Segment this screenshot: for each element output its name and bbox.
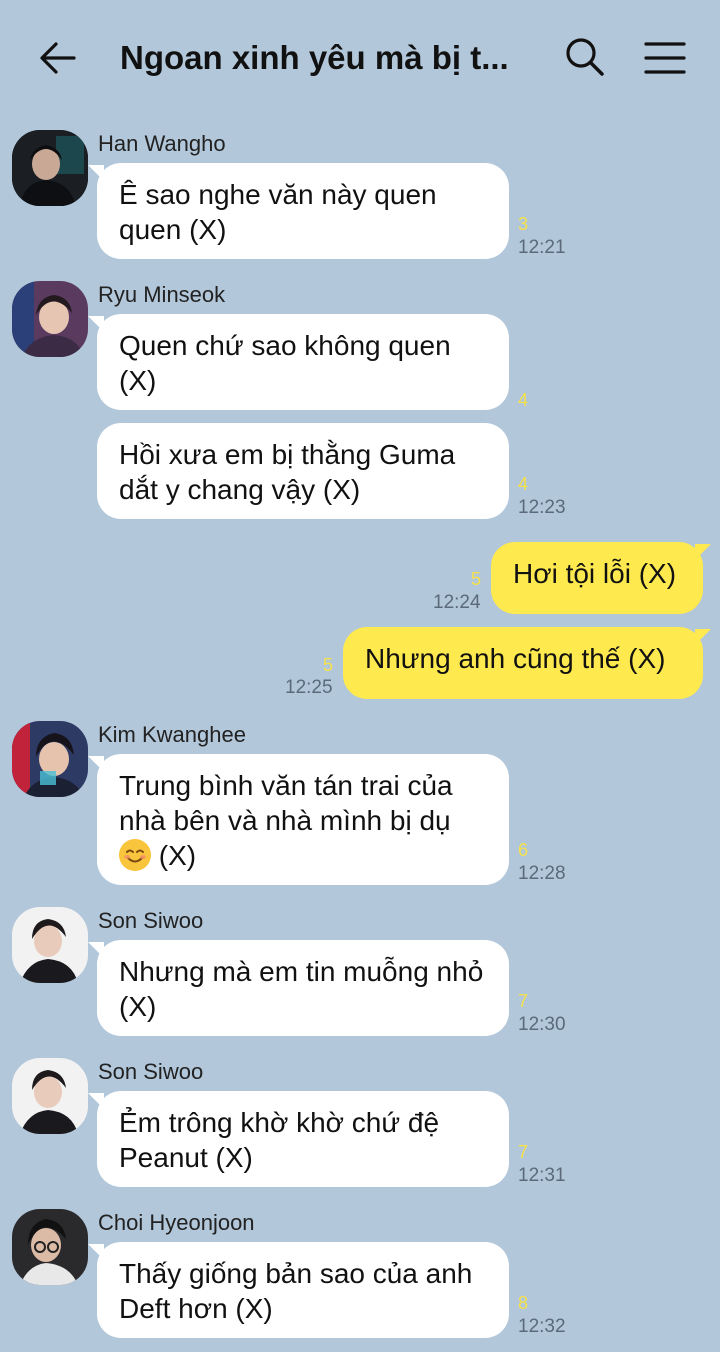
menu-button[interactable]	[642, 36, 688, 80]
outgoing-message-bubble[interactable]: Hơi tội lỗi (X)	[491, 542, 711, 614]
unread-count: 8	[518, 1293, 529, 1313]
sender-name: Son Siwoo	[98, 908, 204, 933]
message-text: Nhưng mà em tin muỗng nhỏ (X)	[119, 956, 484, 1022]
message-bubble[interactable]: Ẻm trông khờ khờ chứ đệ Peanut (X)	[88, 1091, 509, 1187]
message-bubble[interactable]: Quen chứ sao không quen (X)	[88, 314, 509, 410]
unread-count: 4	[518, 474, 529, 494]
avatar-choi-hyeonjoon[interactable]	[12, 1209, 88, 1285]
avatar-kim-kwanghee[interactable]	[12, 721, 88, 797]
message-text-suffix: (X)	[151, 840, 197, 871]
avatar-son-siwoo[interactable]	[12, 907, 88, 983]
message-time: 12:28	[518, 863, 566, 884]
hamburger-menu-icon	[644, 42, 686, 74]
back-button[interactable]	[36, 36, 80, 80]
unread-count: 6	[518, 840, 529, 860]
outgoing-message-bubble[interactable]: Nhưng anh cũng thế (X)	[343, 627, 711, 699]
avatar-son-siwoo[interactable]	[12, 1058, 88, 1134]
sender-name: Kim Kwanghee	[98, 722, 246, 747]
message-text: Ê sao nghe văn này quen quen (X)	[119, 179, 437, 245]
profile-photo-icon	[12, 721, 88, 797]
message-time: 12:32	[518, 1316, 566, 1337]
message-text: Hồi xưa em bị thằng Guma dắt y chang vậy…	[119, 439, 456, 505]
message-bubble[interactable]: Hồi xưa em bị thằng Guma dắt y chang vậy…	[97, 423, 509, 519]
sender-name: Ryu Minseok	[98, 282, 226, 307]
message-time: 12:21	[518, 237, 566, 258]
smiling-face-emoji-icon	[119, 839, 151, 871]
message-text: Ẻm trông khờ khờ chứ đệ Peanut (X)	[119, 1107, 440, 1173]
sender-name: Han Wangho	[98, 131, 226, 156]
message-text: Thấy giống bản sao của anh Deft hơn (X)	[119, 1258, 473, 1324]
search-button[interactable]	[562, 34, 608, 80]
message-text: Trung bình văn tán trai của nhà bên và n…	[119, 770, 453, 836]
arrow-left-icon	[40, 42, 76, 74]
unread-count: 7	[518, 1142, 529, 1162]
profile-photo-icon	[12, 1209, 88, 1285]
message-bubble[interactable]: Nhưng mà em tin muỗng nhỏ (X)	[88, 940, 509, 1036]
message-time: 12:30	[518, 1014, 566, 1035]
search-icon	[566, 38, 604, 76]
message-time: 12:24	[433, 592, 481, 613]
avatar-ryu-minseok[interactable]	[12, 281, 88, 357]
message-time: 12:25	[285, 677, 333, 698]
message-bubble[interactable]: Thấy giống bản sao của anh Deft hơn (X)	[88, 1242, 509, 1338]
unread-count: 4	[518, 390, 529, 410]
message-bubble[interactable]: Trung bình văn tán trai của nhà bên và n…	[88, 754, 509, 885]
message-text: Hơi tội lỗi (X)	[513, 558, 677, 589]
profile-photo-icon	[12, 130, 88, 206]
message-text: Quen chứ sao không quen (X)	[119, 330, 451, 396]
message-bubble[interactable]: Ê sao nghe văn này quen quen (X)	[88, 163, 509, 259]
unread-count: 3	[518, 214, 529, 234]
profile-photo-icon	[12, 907, 88, 983]
message-time: 12:31	[518, 1165, 566, 1186]
sender-name: Choi Hyeonjoon	[98, 1210, 255, 1235]
profile-photo-icon	[12, 281, 88, 357]
message-text: Nhưng anh cũng thế (X)	[365, 643, 666, 674]
message-time: 12:23	[518, 497, 566, 518]
avatar-han-wangho[interactable]	[12, 130, 88, 206]
profile-photo-icon	[12, 1058, 88, 1134]
unread-count: 5	[323, 655, 334, 675]
chat-title: Ngoan xinh yêu mà bị t...	[120, 39, 509, 76]
chat-header: Ngoan xinh yêu mà bị t...	[0, 0, 720, 112]
unread-count: 7	[518, 991, 529, 1011]
unread-count: 5	[471, 569, 482, 589]
sender-name: Son Siwoo	[98, 1059, 204, 1084]
